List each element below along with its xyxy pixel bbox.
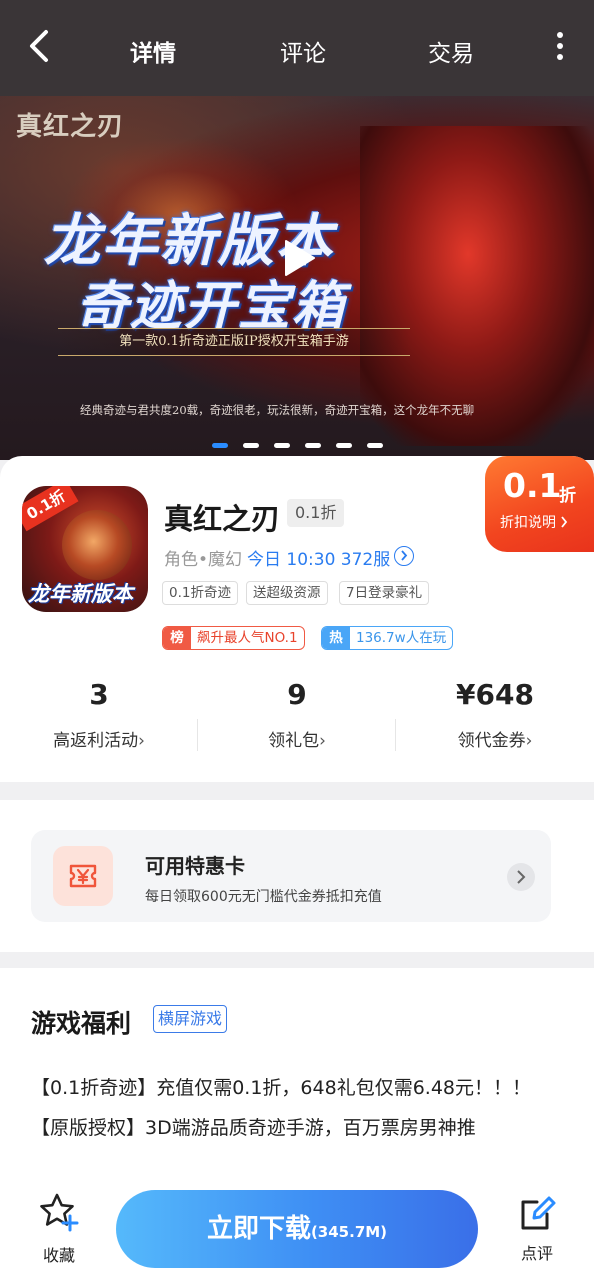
review-label: 点评: [520, 1244, 553, 1263]
promo-subtitle: 每日领取600元无门槛代金券抵扣充值: [145, 889, 382, 905]
hot-badge: 热: [322, 627, 350, 649]
stat-value: 3: [89, 678, 109, 711]
edit-icon: [521, 1196, 556, 1230]
welfare-line: 【原版授权】3D端游品质奇迹手游，百万票房男神推: [31, 1117, 476, 1139]
hot-chip[interactable]: 热 136.7w人在玩: [321, 626, 454, 650]
section-title: 游戏福利: [31, 1009, 132, 1038]
welfare-description: 【0.1折奇迹】充值仅需0.1折，648礼包仅需6.48元！！！ 【原版授权】3…: [31, 1068, 531, 1148]
stat-value: ¥648: [456, 678, 534, 711]
star-plus-icon: [40, 1193, 79, 1232]
chevron-right-icon[interactable]: [394, 546, 414, 566]
welfare-line: 【0.1折奇迹】充值仅需0.1折，648礼包仅需6.48元！！！: [31, 1077, 532, 1099]
favorite-button[interactable]: 收藏: [34, 1190, 84, 1266]
carousel-indicator: [212, 443, 392, 449]
carousel-dot[interactable]: [367, 443, 383, 448]
discount-value: 0.1: [503, 466, 562, 505]
banner-armor-art: [360, 126, 594, 446]
app-icon-art: [62, 510, 132, 580]
rank-badge: 榜: [163, 627, 191, 649]
carousel-dot[interactable]: [212, 443, 228, 448]
discount-unit: 折: [559, 486, 576, 506]
top-nav-bar: 详情 评论 交易: [0, 0, 594, 96]
banner-footline: 经典奇迹与君共度20载，奇迹很老，玩法很新，奇迹开宝箱，这个龙年不无聊: [80, 403, 475, 417]
discount-badge: 0.1折: [287, 499, 345, 527]
favorite-label: 收藏: [42, 1246, 75, 1265]
game-genre: 角色•魔幻: [164, 550, 243, 570]
game-banner-video[interactable]: 真红之刃 龙年新版本 奇迹开宝箱 第一款0.1折奇迹正版IP授权开宝箱手游 经典…: [0, 96, 594, 460]
chevron-right-icon: ›: [525, 731, 533, 751]
review-button[interactable]: 点评: [512, 1194, 562, 1270]
carousel-dot[interactable]: [243, 443, 259, 448]
discount-note: 折扣说明: [500, 512, 568, 532]
play-icon[interactable]: [282, 238, 316, 278]
tab-comments[interactable]: 评论: [280, 34, 326, 68]
rank-text: 飙升最人气NO.1: [197, 630, 298, 646]
stat-gift-packs[interactable]: 9 领礼包›: [198, 678, 396, 751]
stat-rebate-activities[interactable]: 3 高返利活动›: [0, 678, 198, 751]
stat-vouchers[interactable]: ¥648 领代金券›: [396, 678, 594, 751]
carousel-dot[interactable]: [305, 443, 321, 448]
stat-label: 领礼包: [268, 731, 320, 751]
game-title: 真红之刃: [164, 502, 281, 536]
game-info-card: 0.1折 龙年新版本 真红之刃 0.1折 角色•魔幻 今日 10:30 372服…: [0, 456, 594, 782]
download-label: 立即下载: [206, 1214, 311, 1244]
tab-details[interactable]: 详情: [130, 34, 176, 68]
app-icon: 0.1折 龙年新版本: [22, 486, 148, 612]
feature-tag: 送超级资源: [246, 581, 328, 605]
more-icon[interactable]: [548, 30, 572, 62]
discount-explanation-button[interactable]: 0.1 折 折扣说明: [485, 456, 594, 552]
promo-title: 可用特惠卡: [145, 854, 245, 878]
chevron-right-icon: ›: [319, 731, 326, 751]
app-icon-caption: 龙年新版本: [28, 582, 133, 606]
rank-chip[interactable]: 榜飙升最人气NO.1: [162, 626, 305, 650]
stat-label: 高返利活动: [53, 731, 139, 751]
download-size: (345.7M): [310, 1223, 388, 1241]
stat-value: 9: [287, 678, 307, 711]
chevron-right-icon[interactable]: [507, 863, 535, 891]
special-card-banner[interactable]: 可用特惠卡 每日领取600元无门槛代金券抵扣充值: [31, 830, 551, 922]
carousel-dot[interactable]: [336, 443, 352, 448]
chevron-right-icon: ›: [138, 731, 145, 751]
server-open-time[interactable]: 今日 10:30 372服: [247, 545, 390, 570]
feature-tag: 0.1折奇迹: [162, 581, 238, 605]
voucher-icon: [53, 846, 113, 906]
bottom-action-bar: 收藏 立即下载(345.7M) 点评: [0, 1176, 594, 1280]
stat-label: 领代金券: [457, 731, 526, 751]
carousel-dot[interactable]: [274, 443, 290, 448]
feature-tag: 7日登录豪礼: [339, 581, 430, 605]
landscape-game-tag: 横屏游戏: [153, 1005, 228, 1033]
banner-logo: 真红之刃: [16, 112, 125, 142]
download-button[interactable]: 立即下载(345.7M): [116, 1190, 478, 1268]
special-card-section: 可用特惠卡 每日领取600元无门槛代金券抵扣充值: [0, 800, 594, 952]
chevron-right-icon: [561, 516, 568, 528]
banner-subline: 第一款0.1折奇迹正版IP授权开宝箱手游: [58, 328, 410, 356]
tab-trade[interactable]: 交易: [428, 34, 474, 68]
hot-text: 136.7w人在玩: [356, 630, 447, 646]
